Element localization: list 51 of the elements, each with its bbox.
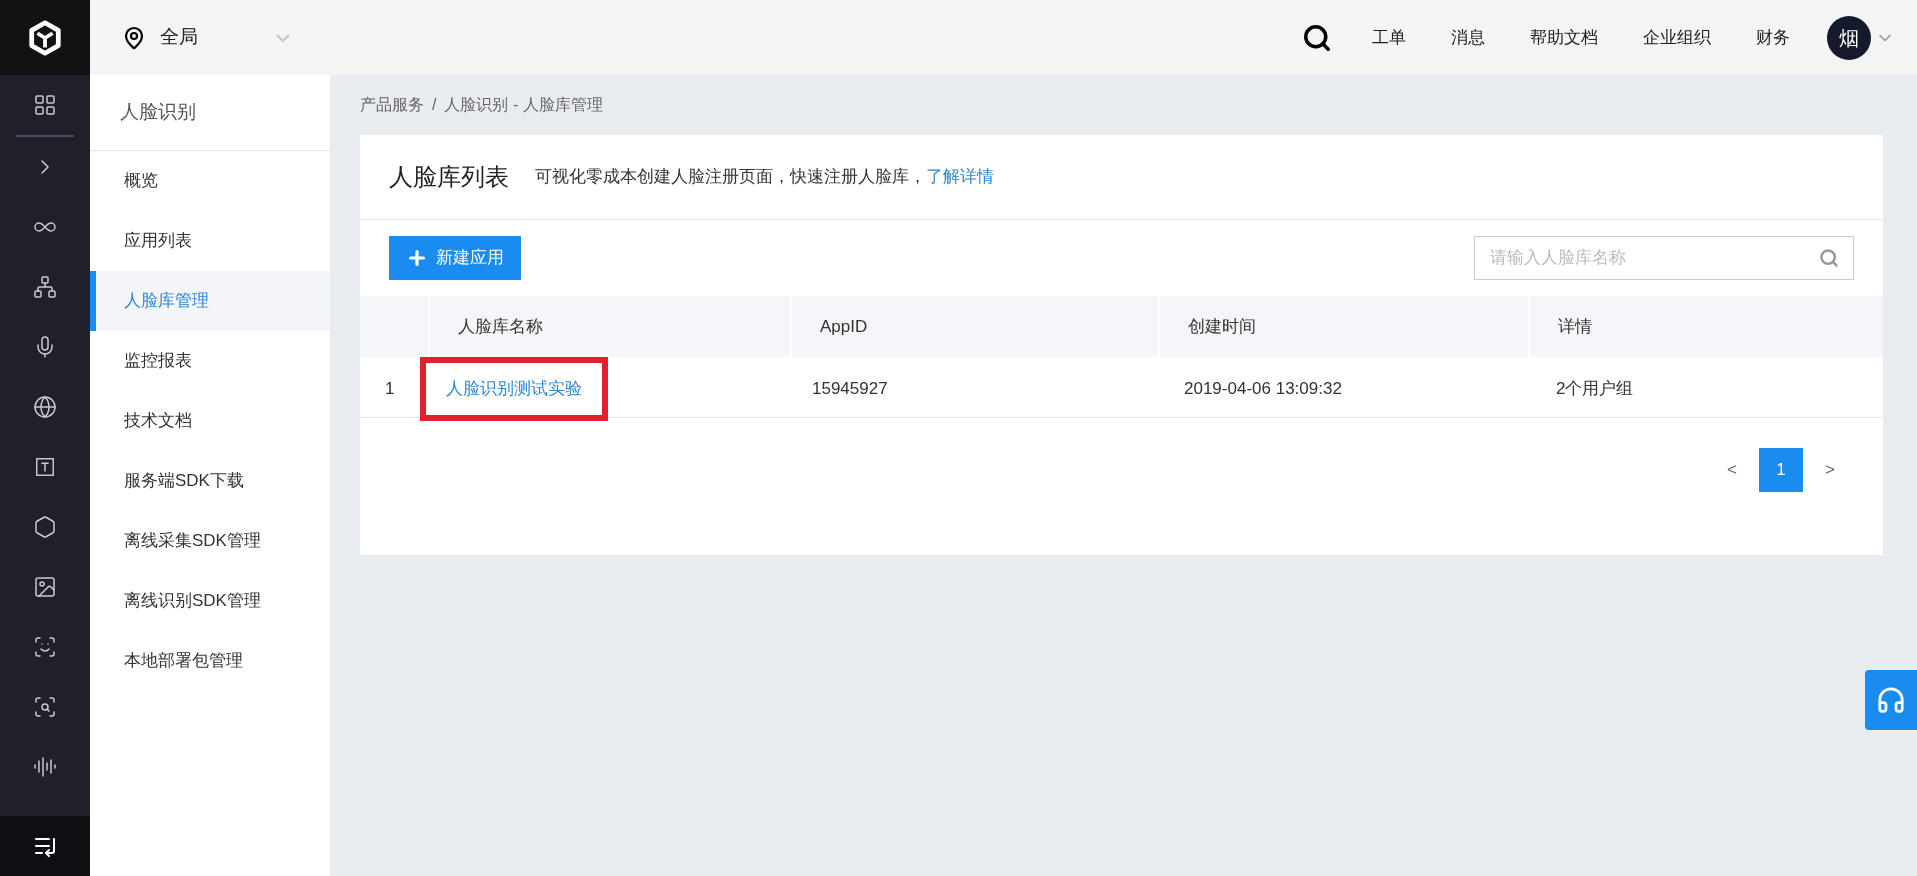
top-nav-link[interactable]: 工单 <box>1372 24 1406 51</box>
column-header: 详情 <box>1558 315 1592 338</box>
user-avatar[interactable]: 烟 <box>1827 15 1871 60</box>
breadcrumb-item: 人脸识别 - 人脸库管理 <box>444 95 603 115</box>
logo-icon[interactable] <box>26 18 64 57</box>
search-field[interactable]: 请输入人脸库名称 <box>1474 236 1854 280</box>
table-cell-text: 15945927 <box>811 378 889 401</box>
support-button[interactable] <box>1865 670 1917 730</box>
sidebar-title: 人脸识别 <box>120 100 196 125</box>
card-title: 人脸库列表 <box>389 162 509 192</box>
breadcrumb-separator: / <box>432 95 437 115</box>
plus-icon <box>406 247 428 269</box>
nodes-icon[interactable] <box>33 275 57 299</box>
region-selector[interactable]: 全局 <box>90 0 330 75</box>
previous-page-button[interactable]: < <box>1717 448 1747 492</box>
sidebar-item[interactable]: 离线识别SDK管理 <box>90 571 330 631</box>
search-icon[interactable] <box>1302 22 1332 53</box>
top-nav-link[interactable]: 财务 <box>1756 24 1790 51</box>
face-scan-icon[interactable] <box>33 635 57 659</box>
card-description: 可视化零成本创建人脸注册页面，快速注册人脸库， <box>535 167 926 187</box>
table-cell-text: 2019-04-06 13:09:32 <box>1183 378 1343 401</box>
breadcrumb-item[interactable]: 产品服务 <box>360 93 424 117</box>
column-header: AppID <box>820 315 868 338</box>
sidebar-item[interactable]: 技术文档 <box>90 391 330 451</box>
table-cell-text: 1 <box>384 378 396 401</box>
face-library-link[interactable]: 人脸识别测试实验 <box>446 376 582 402</box>
text-box-icon[interactable] <box>34 456 56 478</box>
sidebar-item[interactable]: 离线采集SDK管理 <box>90 511 330 571</box>
sidebar-item[interactable]: 监控报表 <box>90 331 330 391</box>
learn-more-link[interactable]: 了解详情 <box>926 167 994 187</box>
top-nav-link[interactable]: 企业组织 <box>1643 24 1711 51</box>
top-nav-link[interactable]: 帮助文档 <box>1530 24 1598 51</box>
column-header: 人脸库名称 <box>458 315 543 338</box>
sidebar-item[interactable]: 概览 <box>90 151 330 211</box>
scan-search-icon[interactable] <box>33 695 57 719</box>
top-nav-link[interactable]: 消息 <box>1451 24 1485 51</box>
sidebar-item[interactable]: 应用列表 <box>90 211 330 271</box>
hexagon-icon[interactable] <box>33 515 57 539</box>
sidebar-item[interactable]: 本地部署包管理 <box>90 631 330 691</box>
sidebar-item[interactable]: 服务端SDK下载 <box>90 451 330 511</box>
audio-lines-icon[interactable] <box>33 755 57 779</box>
sidebar-item[interactable]: 人脸库管理 <box>90 271 330 331</box>
grid-icon[interactable] <box>33 93 57 117</box>
image-icon[interactable] <box>33 575 57 599</box>
headphones-icon <box>1876 685 1906 715</box>
chevron-down-icon <box>276 33 290 42</box>
column-header: 创建时间 <box>1188 315 1256 338</box>
location-pin-icon <box>122 25 146 50</box>
next-page-button[interactable]: > <box>1815 448 1845 492</box>
globe-icon[interactable] <box>33 395 57 419</box>
table-cell-text: 2个用户组 <box>1555 378 1635 401</box>
